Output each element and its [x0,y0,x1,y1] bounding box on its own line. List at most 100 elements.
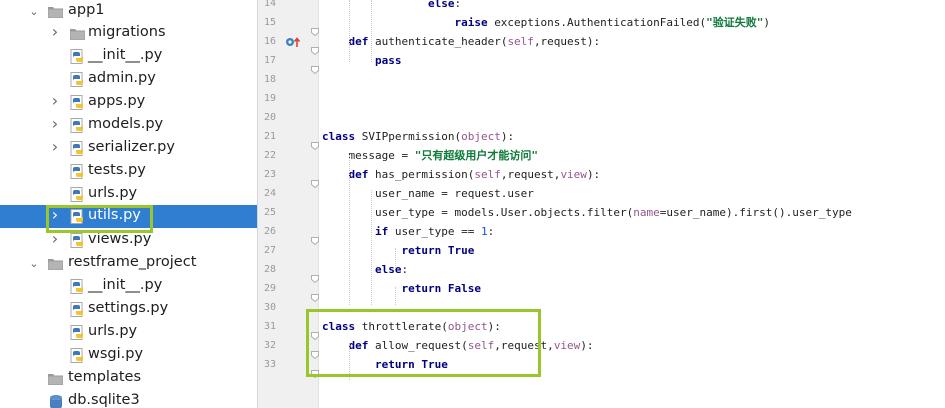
tree-item-db-sqlite3[interactable]: db.sqlite3 [0,390,257,408]
folder-icon [70,28,85,40]
code-line[interactable]: return True [322,241,474,260]
code-line[interactable]: user_type = models.User.objects.filter(n… [322,203,852,222]
code-line[interactable]: def authenticate_header(self,request): [322,32,600,51]
fold-marker-icon[interactable] [311,173,319,189]
tree-item-app1[interactable]: ⌄ app1 [0,0,257,23]
code-token: user_type == [394,225,481,238]
code-token: self [474,168,501,181]
code-token: SVIPpermission( [361,130,462,143]
code-line[interactable]: user_name = request.user [322,184,534,203]
code-token: =user_name).first().user_type [659,206,852,219]
code-token: view [553,339,581,352]
highlight-box-throttlerate [306,309,541,377]
line-number: 15 [263,17,276,28]
tree-item-label: urls.py [88,185,138,201]
tree-item-init-py[interactable]: __init__.py [0,45,257,68]
code-token: pass [322,54,402,67]
code-token: object [461,130,501,143]
code-token: view [560,168,587,181]
code-line[interactable]: raise exceptions.AuthenticationFailed("验… [322,13,770,32]
line-number: 24 [263,188,276,199]
fold-marker-icon[interactable] [311,230,319,246]
chevron-right-icon[interactable]: › [50,91,60,110]
line-number: 33 [263,359,276,370]
tree-item-label: wsgi.py [88,346,144,362]
chevron-right-icon[interactable]: › [50,229,60,248]
code-line[interactable]: class SVIPpermission(object): [322,127,514,146]
code-token: message = [322,149,415,162]
tree-item-label: serializer.py [88,139,175,155]
code-token: has_permission( [374,168,475,181]
tree-item-restframe-project[interactable]: ⌄ restframe_project [0,252,257,275]
highlight-box-utils [46,205,153,233]
tree-item-label: urls.py [88,323,138,339]
line-number: 29 [263,283,276,294]
fold-marker-icon[interactable] [311,59,319,75]
tree-item-wsgi-py[interactable]: wsgi.py [0,344,257,367]
line-number: 20 [263,112,276,123]
fold-marker-icon[interactable] [311,268,319,284]
code-token: user_type = models.User.objects.filter( [322,206,634,219]
python-file-icon [70,279,86,295]
tree-item-urls-py[interactable]: urls.py [0,183,257,206]
python-file-icon [70,302,86,318]
fold-marker-icon[interactable] [311,40,319,56]
tree-item-init-py[interactable]: __init__.py [0,275,257,298]
tree-item-label: admin.py [88,70,156,86]
line-number: 22 [263,150,276,161]
tree-item-settings-py[interactable]: settings.py [0,298,257,321]
code-line[interactable]: def has_permission(self,request,view): [322,165,600,184]
chevron-down-icon[interactable]: ⌄ [29,5,39,18]
chevron-right-icon[interactable]: › [50,22,60,41]
code-token: self [507,35,534,48]
tree-item-admin-py[interactable]: admin.py [0,68,257,91]
override-method-icon[interactable] [285,33,301,47]
line-number: 19 [263,93,276,104]
chevron-down-icon[interactable]: ⌄ [29,257,39,270]
tree-item-tests-py[interactable]: tests.py [0,160,257,183]
code-token: ): [500,130,515,143]
tree-item-serializer-py[interactable]: › serializer.py [0,137,257,160]
code-token: raise [322,16,495,29]
line-number: 17 [263,55,276,66]
fold-marker-icon[interactable] [311,21,319,37]
code-line[interactable]: else: [322,0,461,13]
line-number: 32 [263,340,276,351]
code-token: ,request, [500,168,561,181]
tree-item-templates[interactable]: templates [0,367,257,390]
indent-guide [371,0,372,62]
tree-item-apps-py[interactable]: › apps.py [0,91,257,114]
code-line[interactable]: pass [322,51,402,70]
folder-icon [48,6,63,18]
python-file-icon [70,325,86,341]
tree-item-models-py[interactable]: › models.py [0,114,257,137]
line-number: 27 [263,245,276,256]
tree-item-label: migrations [88,24,166,40]
tree-item-urls-py[interactable]: urls.py [0,321,257,344]
tree-item-label: models.py [88,116,164,132]
indent-guide [371,190,372,305]
line-number: 28 [263,264,276,275]
fold-marker-icon[interactable] [311,135,319,151]
tree-item-label: tests.py [88,162,146,178]
code-token: exceptions.AuthenticationFailed( [494,16,707,29]
code-line[interactable]: message = "只有超级用户才能访问" [322,146,538,165]
fold-marker-icon[interactable] [311,287,319,303]
chevron-right-icon[interactable]: › [50,114,60,133]
code-token: user_name = request.user [322,187,534,200]
code-token: "只有超级用户才能访问" [414,149,538,162]
tree-item-migrations[interactable]: › migrations [0,22,257,45]
indent-guide [349,155,350,305]
database-icon [48,394,64,408]
line-number: 23 [263,169,276,180]
code-token: 1 [480,225,488,238]
python-file-icon [70,72,86,88]
python-file-icon [70,164,86,180]
code-token: ) [763,16,770,29]
code-line[interactable]: if user_type == 1: [322,222,494,241]
line-number: 16 [263,36,276,47]
code-line[interactable]: return False [322,279,480,298]
chevron-right-icon[interactable]: › [50,137,60,156]
tree-item-label: __init__.py [88,277,163,293]
tree-item-label: views.py [88,231,152,247]
